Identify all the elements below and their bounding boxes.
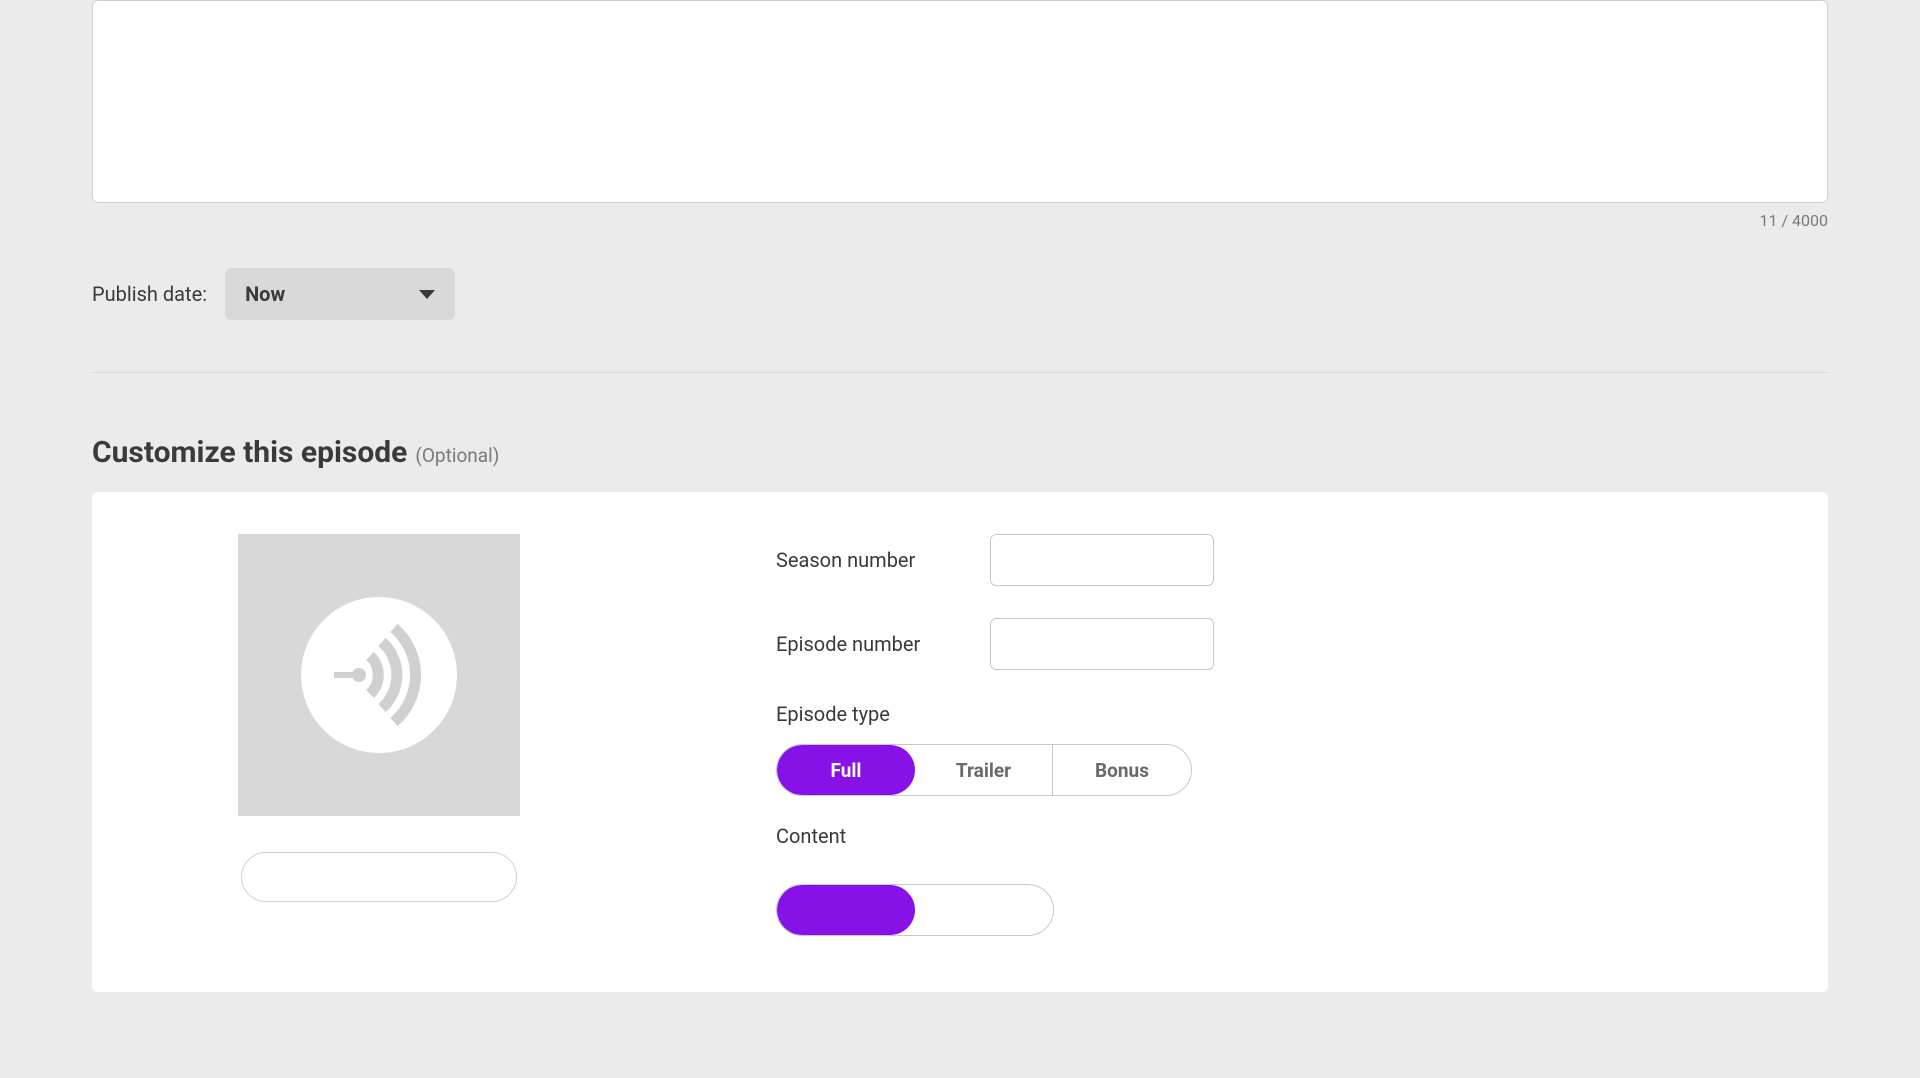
content-option-active[interactable] (777, 885, 915, 935)
content-label: Content (776, 824, 1786, 848)
episode-number-input[interactable] (990, 618, 1214, 670)
customize-optional-label: (Optional) (415, 444, 499, 467)
episode-type-trailer[interactable]: Trailer (915, 745, 1053, 795)
description-textarea[interactable] (92, 0, 1828, 203)
customize-panel: Season number Episode number Episode typ… (92, 492, 1828, 992)
section-divider (92, 372, 1828, 373)
content-option-inactive[interactable] (915, 885, 1053, 935)
episode-type-full[interactable]: Full (777, 745, 915, 795)
customize-section-title: Customize this episode (92, 435, 407, 470)
content-segmented (776, 884, 1054, 936)
episode-type-segmented: Full Trailer Bonus (776, 744, 1192, 796)
episode-number-label: Episode number (776, 632, 990, 656)
publish-date-value: Now (245, 282, 285, 306)
episode-type-bonus[interactable]: Bonus (1053, 745, 1191, 795)
season-number-input[interactable] (990, 534, 1214, 586)
season-number-label: Season number (776, 548, 990, 572)
publish-date-label: Publish date: (92, 282, 207, 306)
upload-artwork-button[interactable] (241, 852, 517, 902)
episode-type-label: Episode type (776, 702, 1786, 726)
chevron-down-icon (419, 290, 435, 299)
artwork-placeholder[interactable] (238, 534, 520, 816)
podcast-icon (301, 597, 457, 753)
description-char-counter: 11 / 4000 (92, 211, 1828, 230)
publish-date-select[interactable]: Now (225, 268, 455, 320)
